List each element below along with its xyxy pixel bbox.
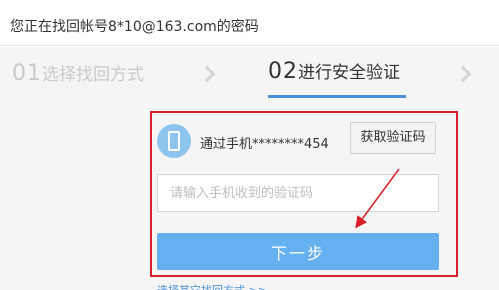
phone-number-text: 通过手机********454 [200,137,329,152]
get-code-button[interactable]: 获取验证码 [350,122,436,154]
phone-body-shape [168,131,180,151]
step-1-number: 01 [12,61,42,86]
step-1: 01选择找回方式 [12,60,144,86]
step-1-label: 选择找回方式 [42,65,144,85]
verification-code-input[interactable] [157,174,439,212]
active-step-underline [268,95,406,98]
page-title: 您正在找回帐号8*10@163.com的密码 [10,19,259,35]
step-2-number: 02 [268,59,298,84]
step-2-label: 进行安全验证 [298,63,400,83]
next-step-button[interactable]: 下一步 [157,233,439,270]
step-2: 02进行安全验证 [268,58,400,84]
page-header: 您正在找回帐号8*10@163.com的密码 [0,0,499,46]
mobile-phone-icon [157,124,191,158]
other-method-link[interactable]: 选择其它找回方式 >> [157,282,267,290]
